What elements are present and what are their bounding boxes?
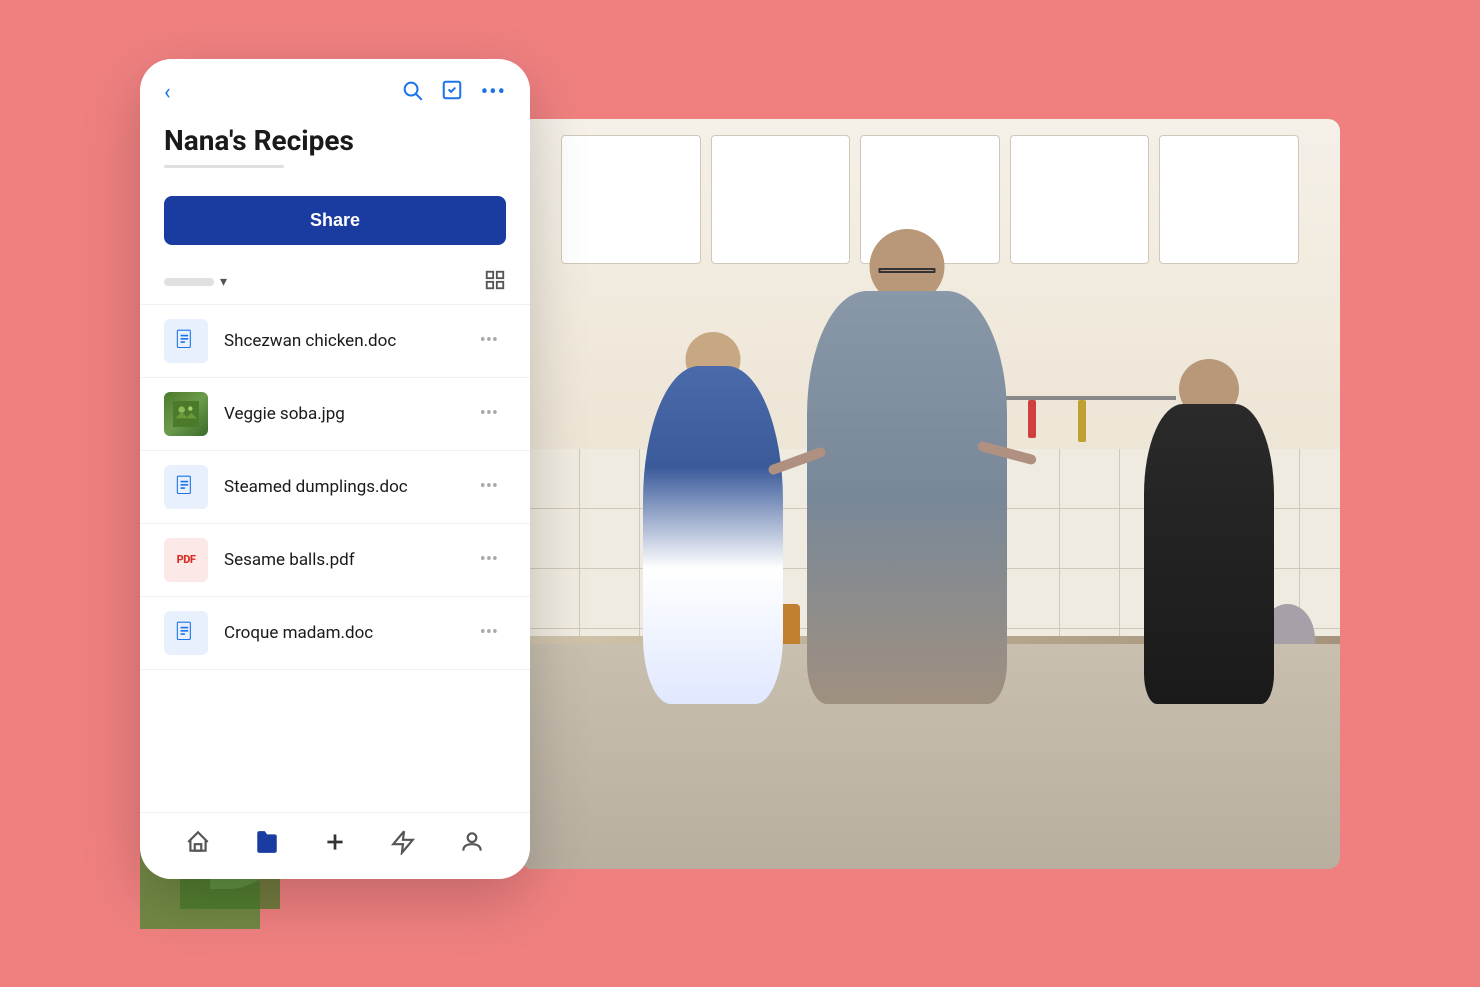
file-item[interactable]: Veggie soba.jpg ••• bbox=[140, 378, 530, 451]
sort-control[interactable]: ▾ bbox=[164, 274, 227, 290]
nav-files[interactable] bbox=[254, 829, 280, 855]
share-button[interactable]: Share bbox=[164, 196, 506, 245]
more-icon[interactable]: ••• bbox=[481, 80, 506, 105]
person-center bbox=[807, 291, 1007, 704]
file-more-icon[interactable]: ••• bbox=[472, 618, 506, 647]
file-more-icon[interactable]: ••• bbox=[472, 399, 506, 428]
kitchen-photo bbox=[520, 119, 1340, 869]
file-item[interactable]: Shcezwan chicken.doc ••• bbox=[140, 305, 530, 378]
file-name: Sesame balls.pdf bbox=[224, 550, 472, 570]
file-name: Steamed dumplings.doc bbox=[224, 477, 472, 497]
header-icons: ••• bbox=[401, 79, 506, 106]
file-more-icon[interactable]: ••• bbox=[472, 326, 506, 355]
nav-add[interactable] bbox=[322, 829, 348, 855]
file-list: Shcezwan chicken.doc ••• Veggie soba bbox=[140, 305, 530, 812]
back-button[interactable]: ‹ bbox=[164, 80, 171, 105]
file-more-icon[interactable]: ••• bbox=[472, 545, 506, 574]
file-item[interactable]: Croque madam.doc ••• bbox=[140, 597, 530, 670]
folder-title: Nana's Recipes bbox=[164, 124, 506, 157]
check-icon[interactable] bbox=[441, 79, 463, 106]
nav-profile[interactable] bbox=[459, 829, 485, 855]
title-area: Nana's Recipes bbox=[140, 116, 530, 184]
file-more-icon[interactable]: ••• bbox=[472, 472, 506, 501]
person-right bbox=[1144, 404, 1274, 704]
file-name: Veggie soba.jpg bbox=[224, 404, 472, 424]
title-underline bbox=[164, 165, 284, 168]
nav-activity[interactable] bbox=[390, 829, 416, 855]
file-name: Croque madam.doc bbox=[224, 623, 472, 643]
file-name: Shcezwan chicken.doc bbox=[224, 331, 472, 351]
bottom-nav bbox=[140, 812, 530, 879]
toolbar-row: ▾ bbox=[140, 261, 530, 305]
phone-card: ‹ ••• Nana's Recipes bbox=[140, 59, 530, 879]
doc-file-icon bbox=[164, 319, 208, 363]
img-file-icon bbox=[164, 392, 208, 436]
file-item[interactable]: Steamed dumplings.doc ••• bbox=[140, 451, 530, 524]
search-icon[interactable] bbox=[401, 79, 423, 106]
person-left bbox=[643, 366, 783, 704]
chevron-down-icon: ▾ bbox=[220, 274, 227, 290]
doc-file-icon bbox=[164, 465, 208, 509]
pdf-file-icon: PDF bbox=[164, 538, 208, 582]
phone-header: ‹ ••• bbox=[140, 59, 530, 116]
scene: ‹ ••• Nana's Recipes bbox=[140, 59, 1340, 929]
nav-home[interactable] bbox=[185, 829, 211, 855]
grid-view-icon[interactable] bbox=[484, 269, 506, 296]
doc-file-icon bbox=[164, 611, 208, 655]
file-item[interactable]: PDF Sesame balls.pdf ••• bbox=[140, 524, 530, 597]
sort-bar bbox=[164, 278, 214, 286]
